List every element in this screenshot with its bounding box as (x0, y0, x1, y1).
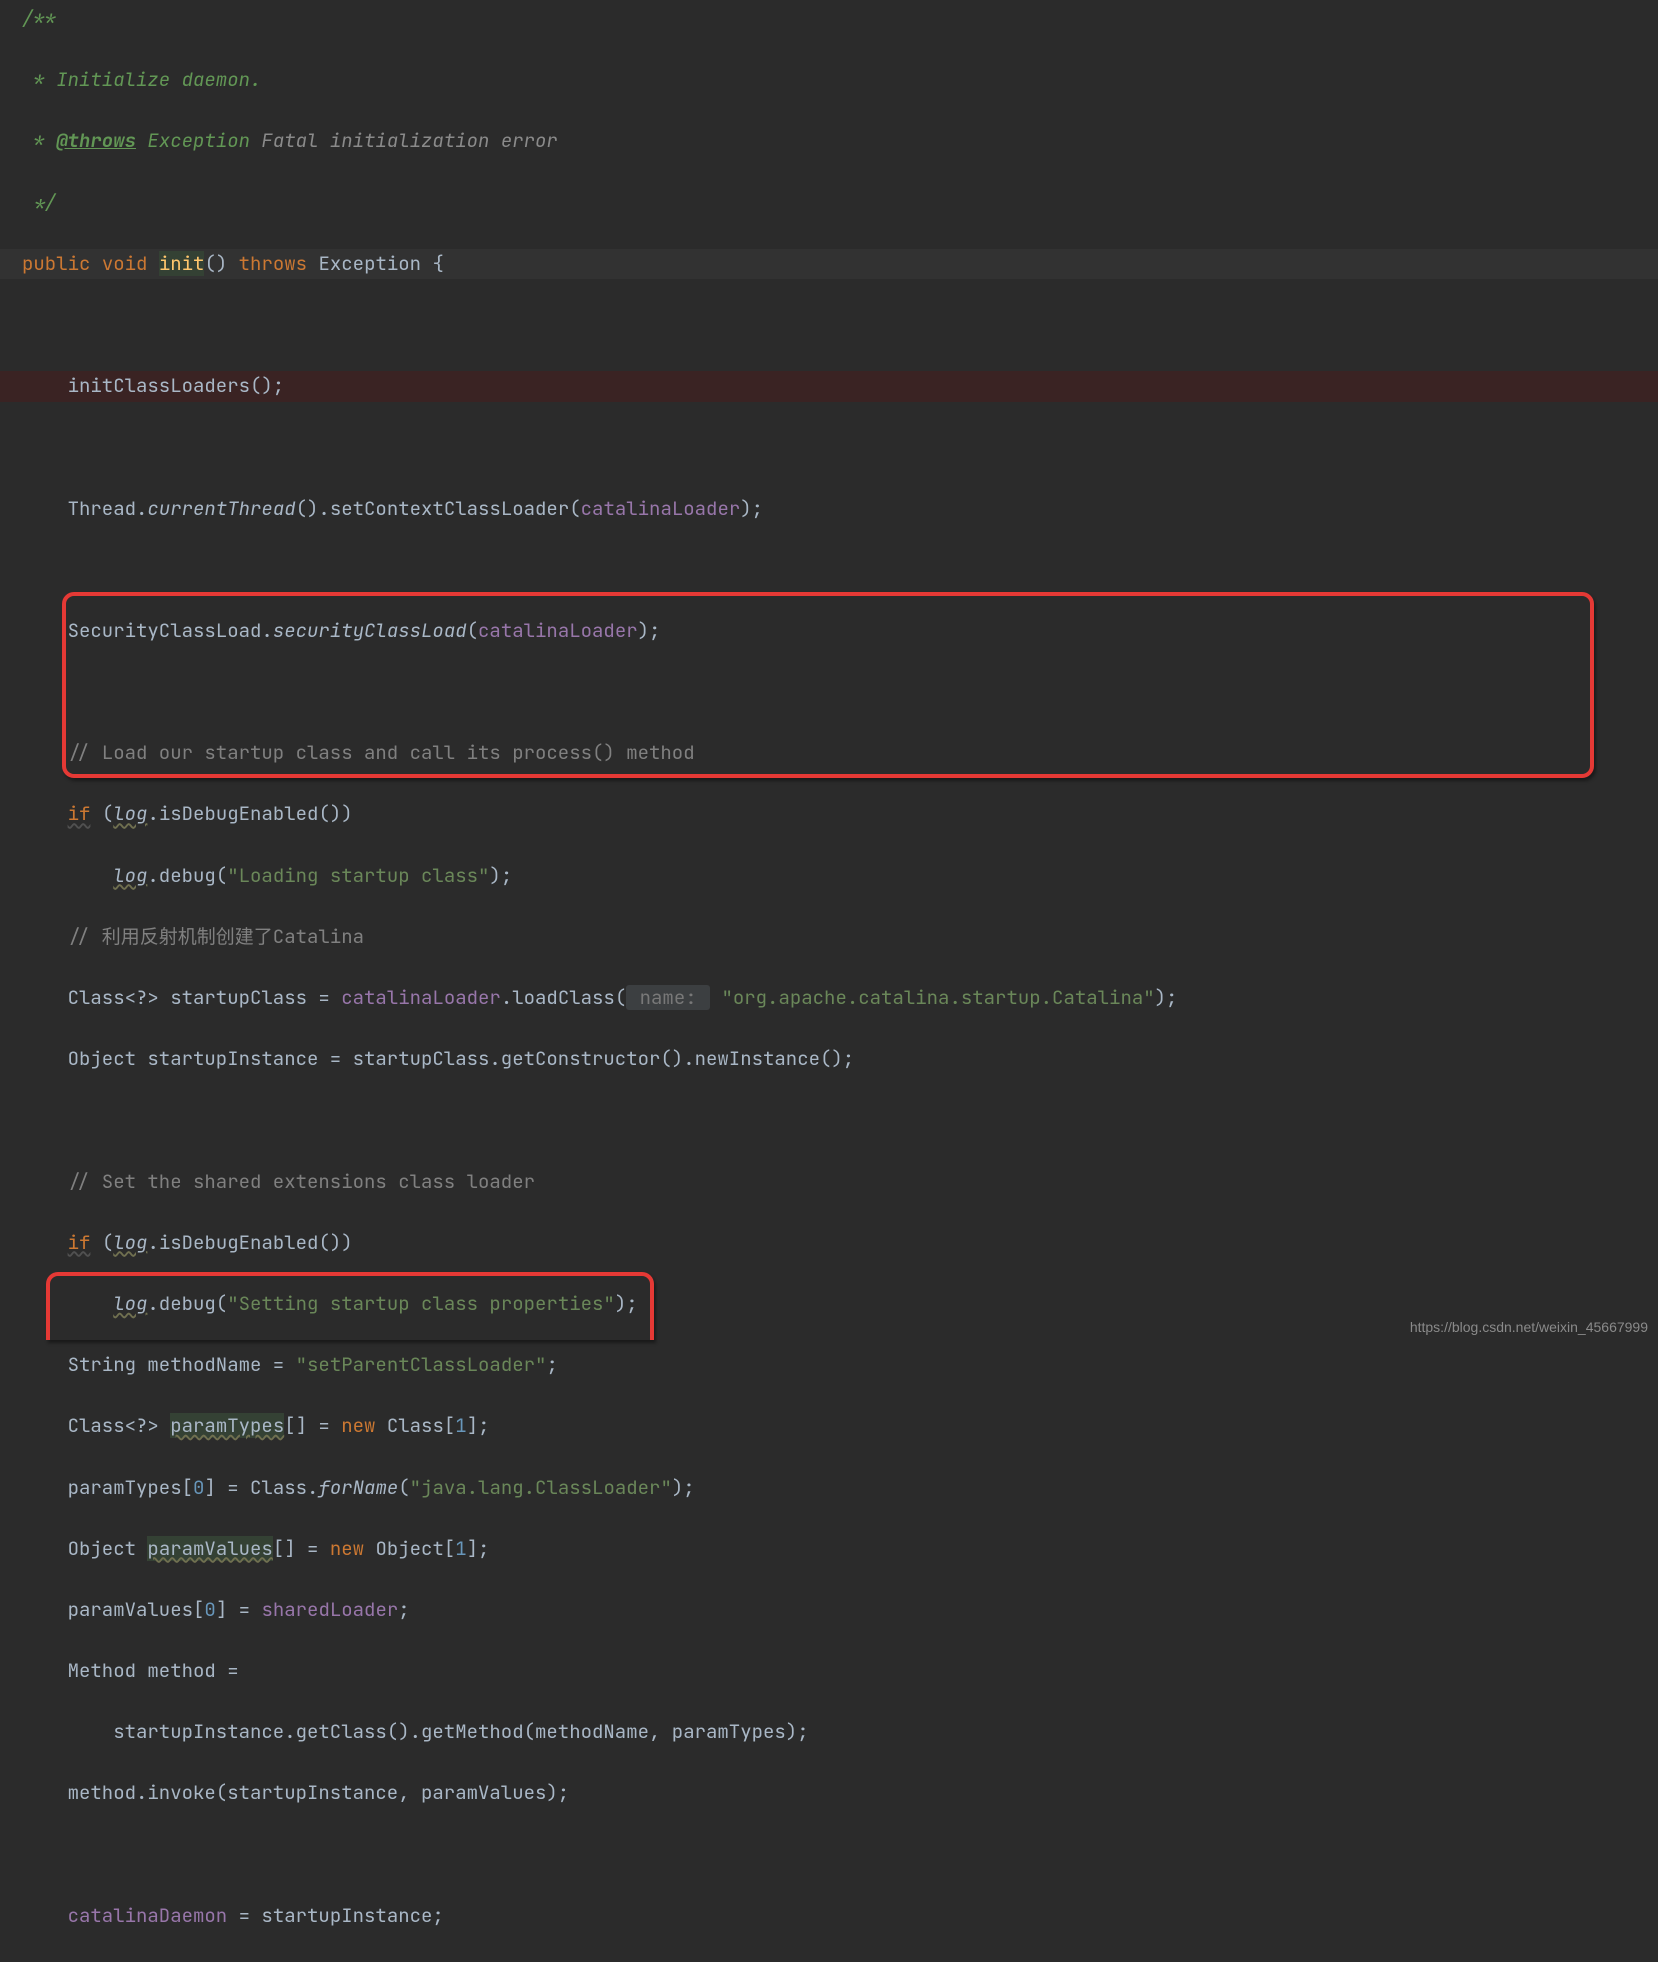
p1: ( (90, 801, 113, 826)
str-loading: "Loading startup class" (227, 863, 489, 888)
log-var4: log (113, 1291, 147, 1316)
r2: ); (615, 1291, 638, 1316)
comment-load: // Load our startup class and call its p… (68, 740, 695, 765)
comment-shared: // Set the shared extensions class loade… (68, 1169, 535, 1194)
exception-brace: Exception { (318, 251, 443, 276)
t3: ().setContextClassLoader( (296, 496, 581, 521)
code-editor[interactable]: /** * Initialize daemon. * @throws Excep… (0, 0, 1658, 1962)
sl3: ; (398, 1597, 409, 1622)
sl1: paramValues[ (68, 1597, 205, 1622)
s1: SecurityClassLoad. (68, 618, 273, 643)
javadoc-start: /** (22, 6, 56, 31)
num1: 1 (455, 1413, 466, 1438)
c3: .loadClass( (501, 985, 626, 1010)
pv4: ]; (467, 1536, 490, 1561)
log-var3: log (113, 1230, 147, 1255)
c1: Class<?> startupClass = (68, 985, 342, 1010)
assign-end: = startupInstance; (227, 1903, 444, 1928)
javadoc-line: * Initialize daemon. (22, 67, 261, 92)
pt4: ]; (467, 1413, 490, 1438)
invoke-line: method.invoke(startupInstance, paramValu… (68, 1780, 570, 1805)
str-setting: "Setting startup class properties" (227, 1291, 615, 1316)
p2: .isDebugEnabled()) (147, 801, 352, 826)
kw-new2: new (330, 1536, 364, 1561)
t4: catalinaLoader (581, 496, 741, 521)
d2: ); (489, 863, 512, 888)
pt1: Class<?> (68, 1413, 171, 1438)
sharedloader-var: sharedLoader (261, 1597, 398, 1622)
s3: ( (467, 618, 478, 643)
q2: .isDebugEnabled()) (147, 1230, 352, 1255)
javadoc-desc: Fatal initialization error (261, 128, 557, 153)
t2: currentThread (147, 496, 295, 521)
watermark: https://blog.csdn.net/weixin_45667999 (1410, 1316, 1648, 1338)
method-name-init: init (159, 251, 205, 276)
log-var: log (113, 801, 147, 826)
pv1: Object (68, 1536, 148, 1561)
fn2: ] = Class. (204, 1475, 318, 1500)
stmt-initclassloaders: initClassLoaders(); (68, 373, 285, 398)
kw-if: if (68, 801, 91, 826)
str-classloader: "java.lang.ClassLoader" (410, 1475, 672, 1500)
kw-void: void (102, 251, 148, 276)
javadoc-exception: Exception (136, 128, 261, 153)
fn4: ); (672, 1475, 695, 1500)
t5: ); (740, 496, 763, 521)
sl2: ] = (216, 1597, 262, 1622)
fn1: paramTypes[ (68, 1475, 193, 1500)
kw-throws: throws (239, 251, 307, 276)
javadoc-throws-tag: @throws (56, 128, 136, 153)
javadoc-prefix: * (22, 128, 56, 153)
m2: ; (546, 1352, 557, 1377)
log-var2: log (113, 863, 147, 888)
modified-line[interactable]: initClassLoaders(); (0, 371, 1658, 402)
kw-new: new (341, 1413, 375, 1438)
s2: securityClassLoad (273, 618, 467, 643)
param-hint-name: name: (626, 985, 710, 1010)
pv3: Object[ (364, 1536, 455, 1561)
fn3: ( (398, 1475, 409, 1500)
d1: .debug( (147, 863, 227, 888)
s5: ); (638, 618, 661, 643)
forname: forName (318, 1475, 398, 1500)
getmethod-line: startupInstance.getClass().getMethod(met… (113, 1719, 808, 1744)
paramtypes-var: paramTypes (170, 1413, 284, 1438)
r1: .debug( (147, 1291, 227, 1316)
c5: ); (1155, 985, 1178, 1010)
s4: catalinaLoader (478, 618, 638, 643)
kw-if2: if (68, 1230, 91, 1255)
str-setparent: "setParentClassLoader" (296, 1352, 547, 1377)
t1: Thread. (68, 496, 148, 521)
catalinadaemon-var: catalinaDaemon (68, 1903, 228, 1928)
method-decl-line: Method method = (68, 1658, 239, 1683)
q1: ( (90, 1230, 113, 1255)
javadoc-end: */ (22, 190, 56, 215)
pt3: Class[ (375, 1413, 455, 1438)
pt2: [] = (284, 1413, 341, 1438)
str-catalina: "org.apache.catalina.startup.Catalina" (721, 985, 1154, 1010)
kw-public: public (22, 251, 90, 276)
num1b: 1 (455, 1536, 466, 1561)
paramvalues-var: paramValues (147, 1536, 272, 1561)
m1: String methodName = (68, 1352, 296, 1377)
num0b: 0 (204, 1597, 215, 1622)
num0: 0 (193, 1475, 204, 1500)
stmt-startupinstance: Object startupInstance = startupClass.ge… (68, 1046, 855, 1071)
method-signature-line[interactable]: public void init() throws Exception { (0, 249, 1658, 280)
pv2: [] = (273, 1536, 330, 1561)
parens: () (204, 251, 227, 276)
c2: catalinaLoader (341, 985, 501, 1010)
comment-chinese: // 利用反射机制创建了Catalina (68, 924, 364, 949)
